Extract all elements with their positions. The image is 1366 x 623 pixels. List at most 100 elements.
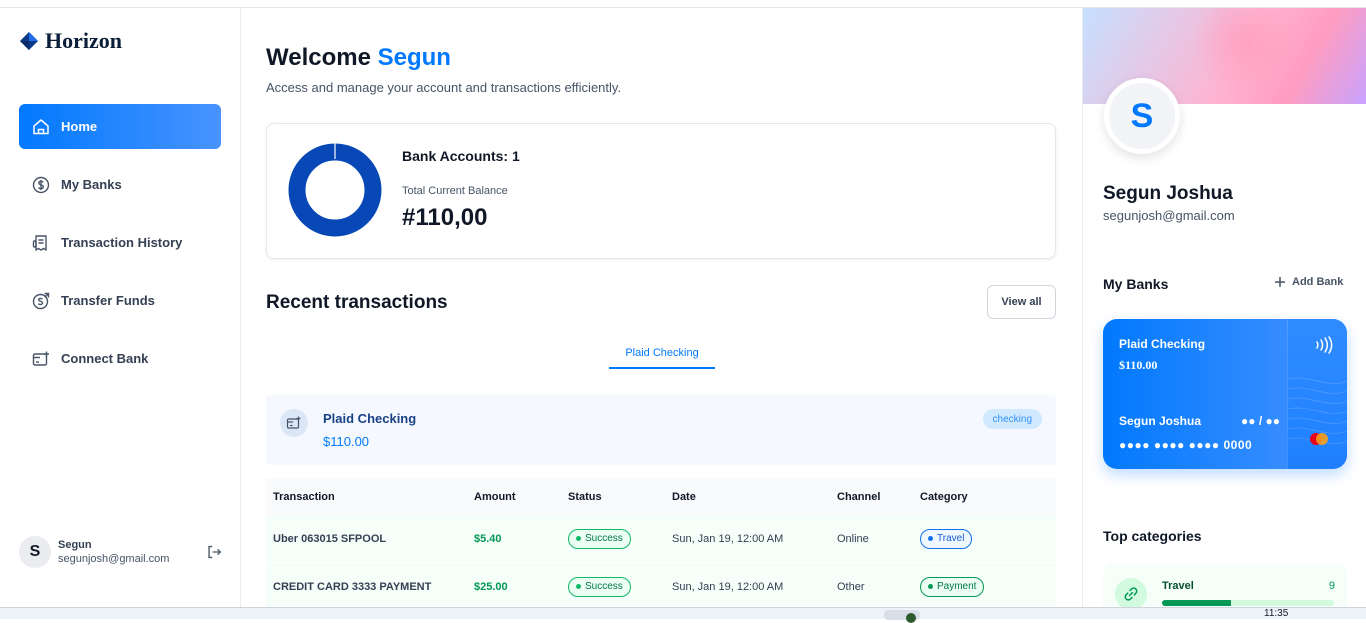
card-balance: $110.00 (1119, 358, 1158, 372)
bank-card-icon (286, 416, 301, 429)
sidebar-item-transfer-funds[interactable]: Transfer Funds (19, 278, 221, 323)
page-title: Welcome Segun (266, 44, 451, 72)
home-icon (33, 118, 49, 134)
top-categories-title: Top categories (1103, 528, 1202, 544)
category-name: Travel (1162, 580, 1194, 592)
category-dot (928, 584, 933, 589)
banner-glow (1193, 8, 1303, 98)
avatar[interactable]: S (19, 536, 51, 568)
column-header: Channel (837, 490, 881, 503)
column-header: Category (920, 490, 968, 503)
account-type-badge: checking (982, 409, 1042, 429)
view-all-button[interactable]: View all (987, 285, 1056, 319)
page-subtitle: Access and manage your account and trans… (266, 80, 622, 95)
total-balance-label: Total Current Balance (402, 185, 508, 197)
category-progress-bar (1162, 600, 1334, 606)
add-bank-button[interactable]: Add Bank (1274, 276, 1343, 288)
transaction-name: Uber 063015 SFPOOL (273, 532, 387, 545)
user-info: Segun segunjosh@gmail.com (58, 539, 205, 565)
right-sidebar: S Segun Joshua segunjosh@gmail.com My Ba… (1082, 8, 1366, 607)
travel-icon-wrapper (1115, 578, 1147, 607)
bank-card[interactable]: Plaid Checking $110.00 Segun Joshua ●● /… (1103, 319, 1347, 469)
recent-transactions-title: Recent transactions (266, 292, 448, 313)
category-text: Payment (937, 581, 977, 592)
transaction-date: Sun, Jan 19, 12:00 AM (672, 580, 784, 593)
bank-icon-wrapper (280, 409, 308, 437)
transaction-amount: $5.40 (474, 532, 502, 545)
transaction-channel: Other (837, 580, 865, 593)
column-header: Transaction (273, 490, 335, 503)
taskbar-clock: 11:35 (1264, 608, 1289, 619)
bank-accounts-count: Bank Accounts: 1 (402, 148, 520, 164)
category-cell: Travel (920, 528, 1056, 549)
column-header: Amount (474, 490, 516, 503)
app-window: Horizon Home My Banks Transaction Histor… (0, 8, 1366, 607)
status-badge: Success (568, 528, 631, 549)
mastercard-icon (1310, 433, 1328, 445)
sidebar-user: S Segun segunjosh@gmail.com (19, 536, 223, 568)
bank-info-name: Plaid Checking (323, 411, 417, 426)
plus-icon (1275, 277, 1285, 287)
main-content: Welcome Segun Access and manage your acc… (241, 8, 1082, 607)
logo[interactable]: Horizon (19, 28, 122, 54)
user-email: segunjosh@gmail.com (58, 553, 170, 565)
connect-bank-icon (32, 351, 49, 366)
table-header: Transaction Amount Status Date Channel C… (266, 478, 1056, 515)
category-cell: Payment (920, 576, 1056, 597)
taskbar-app-icon[interactable] (906, 613, 916, 623)
welcome-text: Welcome (266, 44, 371, 71)
profile-email: segunjosh@gmail.com (1103, 208, 1235, 223)
receipt-icon (32, 234, 47, 251)
money-send-icon (32, 292, 50, 309)
category-card-travel[interactable]: Travel 9 (1103, 564, 1347, 607)
column-header: Date (672, 490, 696, 503)
donut-segment (288, 143, 382, 237)
welcome-user-name: Segun (377, 44, 451, 71)
transaction-amount: $25.00 (474, 580, 508, 593)
user-name: Segun (58, 539, 92, 551)
browser-top-edge (0, 0, 1366, 8)
sidebar-item-home[interactable]: Home (19, 104, 221, 149)
sidebar: Horizon Home My Banks Transaction Histor… (0, 8, 241, 607)
sidebar-item-transaction-history[interactable]: Transaction History (19, 220, 221, 265)
sidebar-item-label: Transfer Funds (61, 293, 155, 308)
logout-icon[interactable] (205, 543, 223, 561)
sidebar-item-my-banks[interactable]: My Banks (19, 162, 221, 207)
balance-donut-chart (288, 143, 382, 237)
status-badge: Success (568, 576, 631, 597)
category-count: 9 (1328, 580, 1335, 592)
status-cell: Success (568, 576, 672, 597)
category-text: Travel (937, 533, 965, 544)
bank-info-card[interactable]: Plaid Checking $110.00 checking (266, 395, 1056, 465)
status-cell: Success (568, 528, 672, 549)
card-number: ●●●● ●●●● ●●●● 0000 (1119, 438, 1253, 452)
sidebar-item-connect-bank[interactable]: Connect Bank (19, 336, 221, 381)
column-header: Status (568, 490, 602, 503)
category-progress-fill (1162, 600, 1231, 606)
category-badge: Travel (920, 528, 973, 549)
contactless-icon (1316, 336, 1333, 354)
my-banks-title: My Banks (1103, 276, 1169, 292)
card-bank-name: Plaid Checking (1119, 337, 1206, 351)
total-balance-card: Bank Accounts: 1 Total Current Balance #… (266, 123, 1056, 259)
profile-name: Segun Joshua (1103, 183, 1233, 204)
table-row[interactable]: Uber 063015 SFPOOL $5.40 Success Sun, Ja… (266, 515, 1056, 563)
sidebar-item-label: My Banks (61, 177, 122, 192)
profile-avatar[interactable]: S (1104, 78, 1180, 154)
add-bank-label: Add Bank (1292, 276, 1344, 288)
status-text: Success (585, 533, 623, 544)
category-dot (928, 536, 933, 541)
sidebar-nav: Home My Banks Transaction History Transf… (19, 104, 221, 394)
bank-info-amount: $110.00 (323, 434, 370, 449)
table-row[interactable]: CREDIT CARD 3333 PAYMENT $25.00 Success … (266, 563, 1056, 607)
transaction-name: CREDIT CARD 3333 PAYMENT (273, 580, 432, 593)
tab-plaid-checking[interactable]: Plaid Checking (609, 344, 715, 369)
sidebar-item-label: Home (61, 119, 98, 134)
sidebar-item-label: Transaction History (61, 235, 183, 250)
sidebar-item-label: Connect Bank (61, 351, 149, 366)
horizon-logo-icon (20, 32, 38, 50)
taskbar: 11:35 (0, 607, 1366, 623)
status-dot (576, 536, 581, 541)
total-balance-amount: #110,00 (402, 204, 488, 231)
logo-text: Horizon (45, 28, 122, 53)
